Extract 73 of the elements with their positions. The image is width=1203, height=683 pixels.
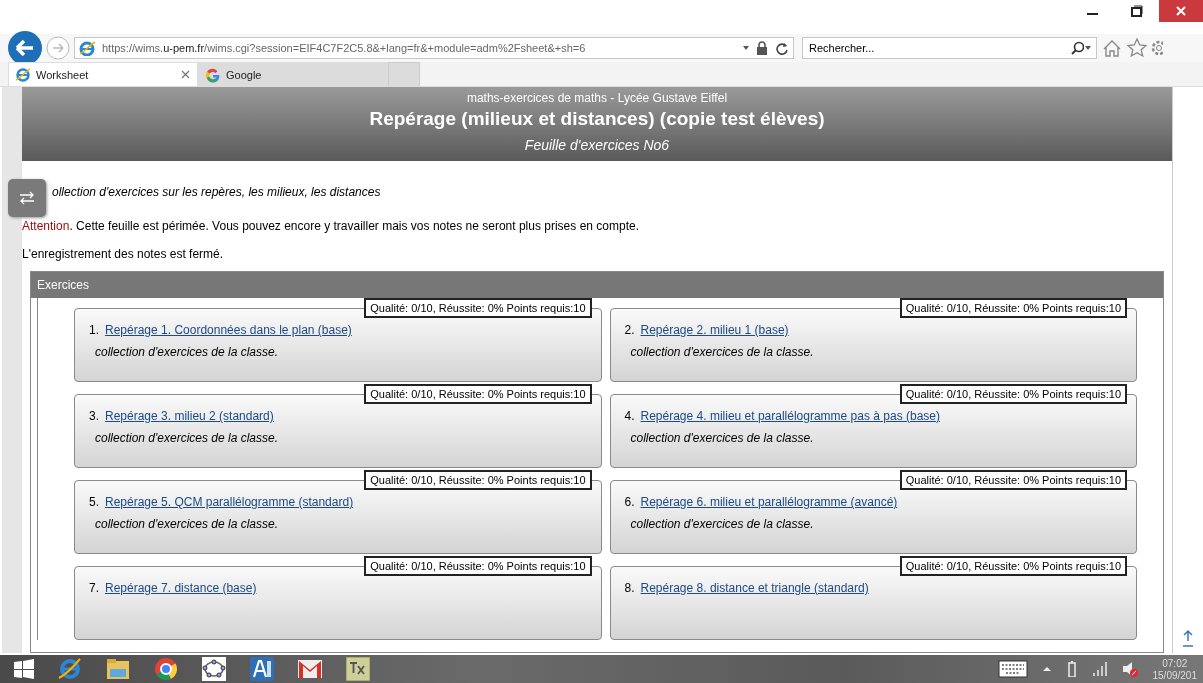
mail-icon[interactable] (298, 657, 322, 681)
text-editor-app-icon[interactable] (346, 657, 370, 681)
google-logo-icon (205, 66, 221, 83)
restore-icon[interactable] (1131, 5, 1143, 17)
exercise-number: 1. (89, 323, 99, 337)
muted-speaker-icon[interactable] (1121, 660, 1139, 678)
browser-tab[interactable]: Worksheet (8, 62, 198, 86)
exercise-link[interactable]: Repérage 4. milieu et parallélogramme pas à pas (base) (640, 409, 940, 423)
exercise-number: 7. (89, 581, 99, 595)
score-label: Qualité: 0/10, Réussite: 0% Points requis:10 (364, 470, 592, 490)
score-label: Qualité: 0/10, Réussite: 0% Points requis:10 (364, 384, 592, 404)
score-label: Qualité: 0/10, Réussite: 0% Points requis:10 (899, 298, 1127, 318)
exercise-link[interactable]: Repérage 7. distance (base) (105, 581, 257, 595)
registration-note: L'enregistrement des notes est fermé. (22, 247, 225, 261)
home-icon[interactable] (1101, 38, 1123, 58)
keyboard-icon[interactable] (997, 660, 1028, 678)
exercise-link[interactable]: Repérage 1. Coordonnées dans le plan (base) (105, 323, 352, 337)
folder-icon[interactable] (106, 657, 130, 681)
clock[interactable]: 07:02 15/09/201 (1152, 655, 1197, 683)
browser-icon[interactable] (58, 657, 82, 681)
exercise-description: collection d'exercices de la classe. (95, 431, 280, 445)
exercise-description: collection d'exercices de la classe. (95, 345, 280, 359)
browser-tab[interactable]: Google (198, 62, 388, 86)
address-field[interactable]: https://wims.u-pem.fr/wims.cgi?session=EIF4C7F2C5.8&+lang=fr&+module=adm%2Fsheet&+sh=6 (74, 37, 794, 59)
exercise-number: 5. (89, 495, 99, 509)
exercise-description: collection d'exercices de la classe. (630, 345, 815, 359)
windows-logo-icon[interactable] (14, 659, 34, 679)
exercise-number: 8. (624, 581, 635, 595)
site-name: maths-exercices de maths - Lycée Gustave Eiffel (465, 91, 729, 105)
score-label: Qualité: 0/10, Réussite: 0% Points requis:10 (364, 298, 592, 318)
exercise-description: collection d'exercices de la classe. (630, 517, 815, 531)
exercise-number: 4. (624, 409, 635, 423)
scroll-to-top-icon[interactable] (1182, 629, 1194, 647)
score-label: Qualité: 0/10, Réussite: 0% Points requis:10 (899, 556, 1127, 576)
chrome-logo-icon[interactable] (154, 657, 178, 681)
exercise-link[interactable]: Repérage 5. QCM parallélogramme (standard) (105, 495, 354, 509)
battery-icon (1065, 661, 1078, 677)
dropdown-icon[interactable] (742, 44, 750, 52)
sheet-description: ollection d'exercices sur les repères, les milieux, les distances (52, 185, 382, 199)
chevron-up-icon[interactable] (1041, 665, 1052, 673)
page-title: Repérage (milieux et distances) (copie test élèves) (368, 108, 826, 130)
menu-toggle-button[interactable] (8, 179, 46, 217)
page-subtitle: Feuille d'exercices No6 (523, 137, 671, 153)
refresh-icon[interactable] (774, 41, 789, 55)
lock-icon (756, 41, 768, 55)
star-icon[interactable] (1127, 38, 1147, 58)
exercise-number: 3. (89, 409, 99, 423)
close-icon[interactable] (1175, 5, 1187, 17)
search-box[interactable]: Rechercher... (802, 37, 1097, 59)
exercise-link[interactable]: Repérage 2. milieu 1 (base) (640, 323, 789, 337)
browser-logo-icon (79, 40, 96, 56)
score-label: Qualité: 0/10, Réussite: 0% Points requis:10 (364, 556, 592, 576)
dropdown-icon[interactable] (1084, 44, 1092, 52)
score-label: Qualité: 0/10, Réussite: 0% Points requis:10 (899, 384, 1127, 404)
panel-title: Exercices (31, 272, 1163, 298)
close-button[interactable] (1159, 0, 1203, 22)
exercise-number: 2. (624, 323, 635, 337)
score-label: Qualité: 0/10, Réussite: 0% Points requis:10 (899, 470, 1127, 490)
swap-arrows-icon (18, 191, 36, 205)
exercise-link[interactable]: Repérage 3. milieu 2 (standard) (105, 409, 274, 423)
exercise-link[interactable]: Repérage 6. milieu et parallélogramme (avancé) (640, 495, 898, 509)
expiry-warning: Attention. Cette feuille est périmée. Vous pouvez encore y travailler mais vos notes ne seront plus prises en compte. (22, 219, 640, 233)
signal-icon (1091, 661, 1108, 677)
letter-a-app-icon[interactable] (250, 657, 274, 681)
search-icon[interactable] (1070, 41, 1084, 55)
close-tab-icon[interactable] (180, 69, 191, 80)
settings-icon[interactable] (1151, 38, 1163, 58)
browser-logo-icon (15, 66, 31, 83)
exercise-description: collection d'exercices de la classe. (630, 431, 815, 445)
exercise-number: 6. (624, 495, 635, 509)
ellipse-points-icon[interactable] (202, 657, 226, 681)
exercise-link[interactable]: Repérage 8. distance et triangle (standard) (640, 581, 869, 595)
exercise-description: collection d'exercices de la classe. (95, 517, 280, 531)
